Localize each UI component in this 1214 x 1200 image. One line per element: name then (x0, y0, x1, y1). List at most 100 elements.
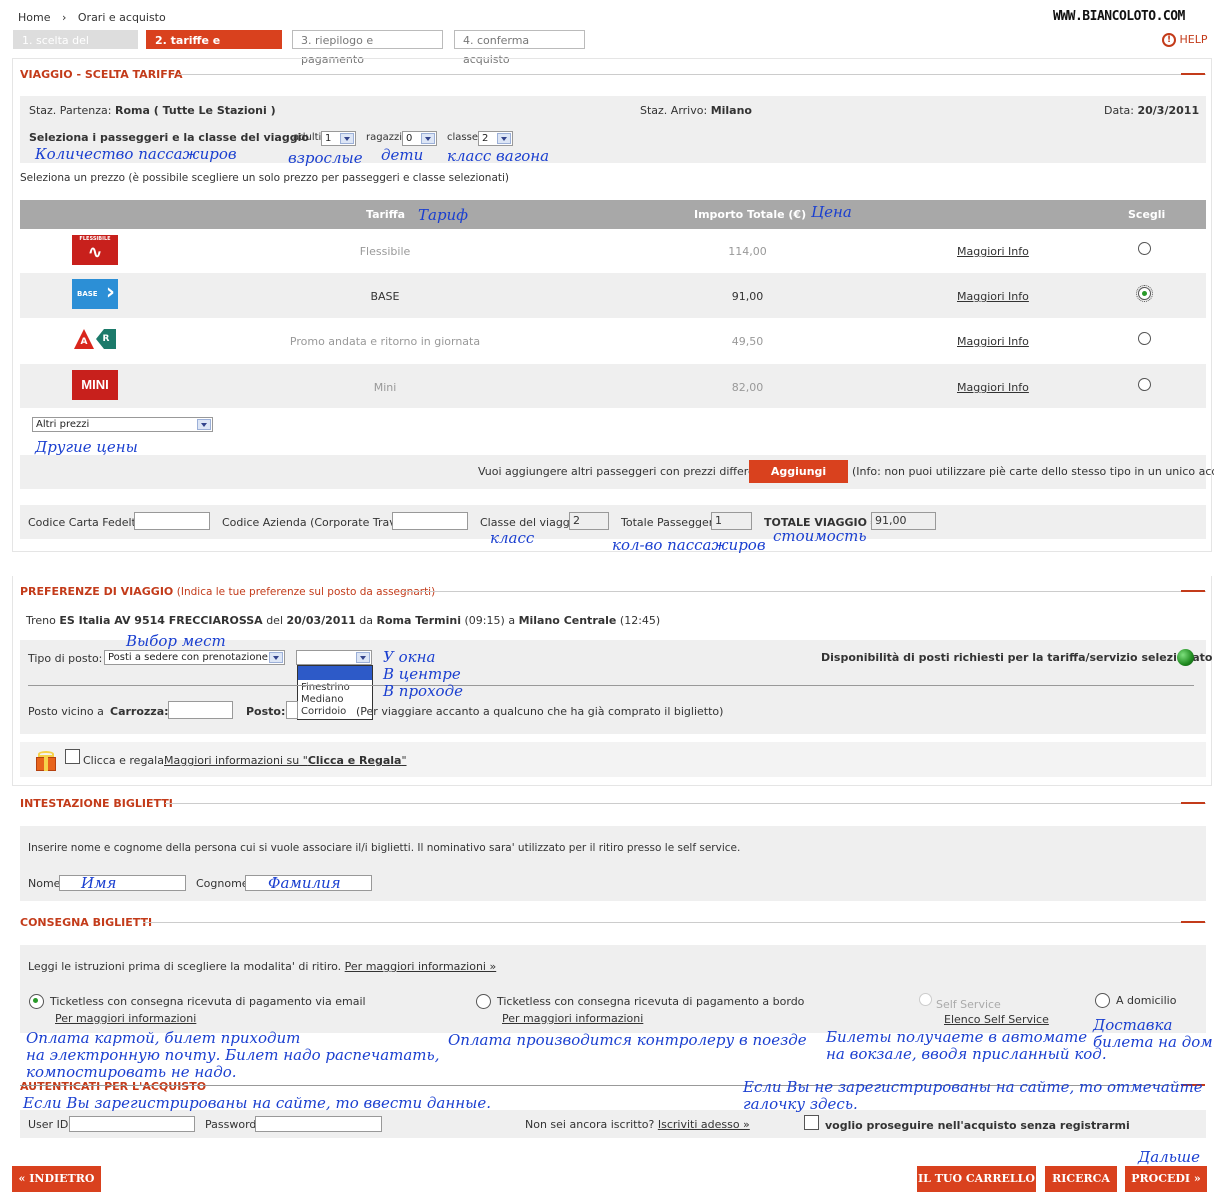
adulti-select[interactable]: 1 (321, 131, 356, 146)
data: Data: 20/3/2011 (1104, 104, 1200, 117)
chevron-down-icon (340, 133, 354, 144)
ragazzi-label: ragazzi (366, 132, 402, 143)
azienda-label: Codice Azienda (Corporate Travel): (222, 516, 414, 529)
annotation-center: В центре (383, 665, 461, 683)
proceed-button[interactable]: PROCEDI » (1125, 1166, 1207, 1192)
tariff-radio[interactable] (1138, 378, 1151, 391)
carrozza-input[interactable] (168, 701, 233, 719)
base-logo: BASE › (72, 279, 118, 309)
step-2[interactable]: 2. tariffe e preferenze (146, 30, 282, 66)
chevron-down-icon (197, 419, 211, 430)
consegna-email-info-link[interactable]: Per maggiori informazioni (55, 1012, 196, 1025)
consegna-info-link[interactable]: Per maggiori informazioni » (345, 960, 497, 973)
classe-viaggio-label: Classe del viaggio: (480, 516, 584, 529)
vicino-note: (Per viaggiare accanto a qualcuno che ha… (356, 705, 724, 718)
viaggio-title: VIAGGIO - SCELTA TARIFFA (20, 68, 183, 81)
gift-icon (35, 751, 57, 771)
ragazzi-select[interactable]: 0 (402, 131, 437, 146)
ar-logo: A R (74, 327, 118, 353)
wave-icon: ∿ (87, 242, 103, 263)
password-input[interactable] (255, 1116, 382, 1132)
intestazione-title-accent (1181, 802, 1205, 804)
help-label: HELP (1179, 33, 1208, 46)
annotation-tariff: Тариф (418, 206, 468, 224)
tariff-info-link[interactable]: Maggiori Info (957, 245, 1029, 258)
tariff-radio[interactable] (1138, 242, 1151, 255)
tariff-info-link[interactable]: Maggiori Info (957, 290, 1029, 303)
cart-button[interactable]: IL TUO CARRELLO (917, 1166, 1036, 1192)
ritorno-icon: R (96, 329, 116, 349)
consegna-bordo-radio[interactable] (476, 994, 491, 1009)
help-icon: ! (1162, 33, 1176, 47)
chevron-down-icon (356, 652, 370, 663)
annotation-home-1: Доставка (1093, 1016, 1173, 1034)
consegna-self-service-label: Self Service (936, 998, 1001, 1011)
tariff-radio[interactable] (1136, 285, 1153, 302)
preferenze-title-line (402, 591, 1206, 592)
clicca-info-link[interactable]: Maggiori informazioni su "Clicca e Regal… (164, 754, 407, 767)
aggiungi-prezzo-button[interactable]: Aggiungi prezzo (749, 460, 848, 501)
nome-input[interactable] (59, 875, 186, 891)
annotation-home-2: билета на дом (1093, 1033, 1213, 1051)
header-scegli: Scegli (1128, 208, 1166, 221)
tariff-info-link[interactable]: Maggiori Info (957, 335, 1029, 348)
consegna-title: CONSEGNA BIGLIETTI (20, 916, 153, 929)
breadcrumb-home[interactable]: Home (18, 11, 50, 24)
iscriviti-link[interactable]: Iscriviti adesso » (658, 1118, 750, 1131)
mini-logo: MINI (72, 370, 118, 400)
self-service-list-link[interactable]: Elenco Self Service (944, 1013, 1049, 1026)
annotation-aisle: В проходе (383, 682, 463, 700)
tariff-price: 82,00 (731, 381, 764, 394)
posto-input[interactable] (286, 701, 298, 719)
classe-label: classe (447, 132, 478, 143)
disponibilita-label: Disponibilità di posti richiesti per la … (821, 651, 1213, 664)
clicca-regala-checkbox[interactable] (65, 749, 80, 764)
chevron-down-icon (269, 652, 283, 663)
password-label: Password: (205, 1118, 261, 1131)
annotation-machine-2: на вокзале, вводя присланный код. (826, 1045, 1107, 1063)
consegna-email-radio[interactable] (29, 994, 44, 1009)
breadcrumb-separator: › (61, 11, 67, 24)
tariff-name: Flessibile (359, 245, 411, 258)
tariff-price: 114,00 (728, 245, 767, 258)
breadcrumb: Home › Orari e acquisto (18, 11, 166, 24)
consegna-domicilio-label: A domicilio (1116, 994, 1177, 1007)
intestazione-instruction: Inserire nome e cognome della persona cu… (28, 842, 741, 854)
consegna-bordo-label: Ticketless con consegna ricevuta di paga… (497, 995, 805, 1008)
step-3: 3. riepilogo e pagamento (292, 30, 443, 66)
tariff-price: 49,50 (731, 335, 764, 348)
vicino-label: Posto vicino a (28, 705, 104, 718)
codice-azienda-input[interactable] (392, 512, 468, 530)
consegna-bordo-info-link[interactable]: Per maggiori informazioni (502, 1012, 643, 1025)
user-id-input[interactable] (69, 1116, 195, 1132)
altri-prezzi-select[interactable]: Altri prezzi (32, 417, 213, 432)
preferenze-title: PREFERENZE DI VIAGGIO (Indica le tue pre… (20, 585, 436, 598)
price-instruction: Seleziona un prezzo (è possibile sceglie… (20, 172, 510, 184)
seat-option-blank[interactable] (298, 666, 372, 680)
step-1[interactable]: 1. scelta del viaggio (13, 30, 138, 66)
carta-label: Codice Carta Fedeltà: (28, 516, 147, 529)
annotation-other-prices: Другие цены (35, 438, 138, 456)
tariff-info-link[interactable]: Maggiori Info (957, 381, 1029, 394)
annotation-adults: взрослые (288, 149, 363, 167)
cognome-label: Cognome: (196, 877, 253, 890)
seat-position-select[interactable] (296, 650, 372, 665)
classe-select[interactable]: 2 (478, 131, 513, 146)
consegna-self-service-radio[interactable] (919, 993, 932, 1006)
help-link[interactable]: ! HELP (1162, 33, 1207, 47)
tariff-name: Mini (373, 381, 397, 394)
carrozza-label: Carrozza: (110, 705, 169, 718)
back-button[interactable]: « INDIETRO (12, 1166, 101, 1192)
search-button[interactable]: RICERCA (1045, 1166, 1117, 1192)
consegna-domicilio-radio[interactable] (1095, 993, 1110, 1008)
tipo-posto-select[interactable]: Posti a sedere con prenotazione (104, 650, 285, 665)
annotation-conductor: Оплата производится контролеру в поезде (448, 1031, 807, 1049)
classe-viaggio-field: 2 (569, 512, 609, 530)
tariff-radio[interactable] (1138, 332, 1151, 345)
no-registration-checkbox[interactable] (804, 1115, 819, 1130)
seat-option-finestrino[interactable]: Finestrino (298, 682, 372, 694)
site-logo[interactable]: WWW.BIANCOLOTO.COM (1053, 9, 1185, 24)
carta-fedelta-input[interactable] (134, 512, 210, 530)
annotation-pass-count: Количество пассажиров (35, 145, 237, 163)
posto-label: Posto: (246, 705, 286, 718)
